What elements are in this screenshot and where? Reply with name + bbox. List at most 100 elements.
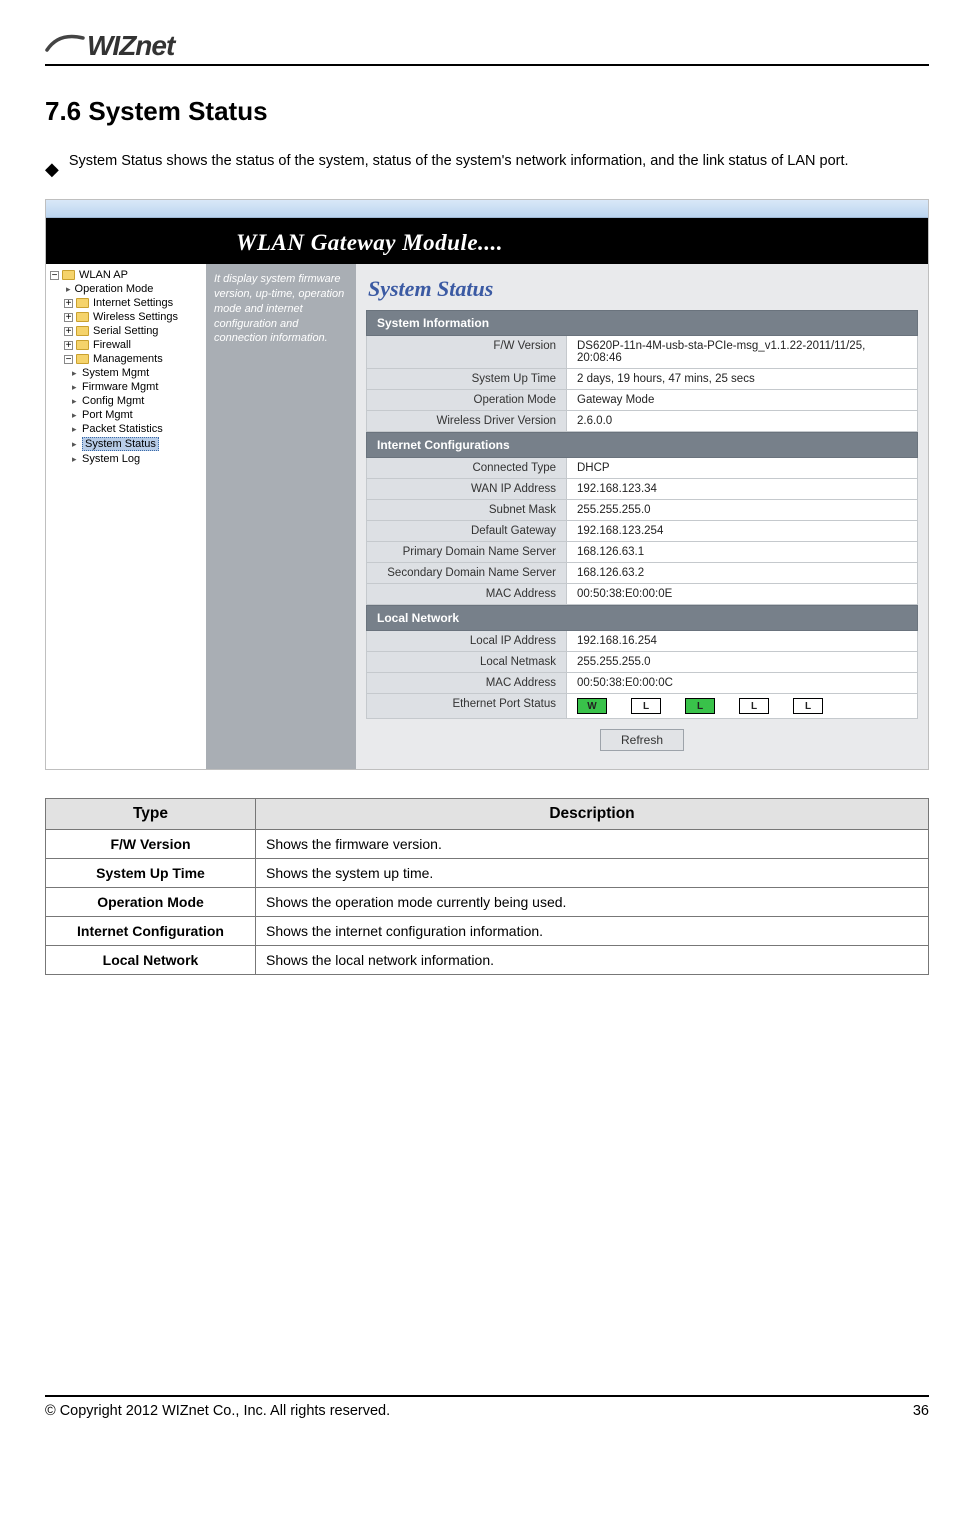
ethernet-port-icon: L [685, 698, 715, 714]
table-row: Default Gateway192.168.123.254 [366, 521, 918, 542]
window-titlebar [46, 200, 928, 218]
diamond-bullet-icon: ◆ [45, 151, 59, 187]
row-key: Secondary Domain Name Server [367, 563, 567, 583]
arrow-icon: ▸ [66, 284, 71, 295]
folder-icon [62, 270, 75, 280]
table-row: Internet ConfigurationShows the internet… [46, 917, 929, 946]
ethernet-port-icon: L [739, 698, 769, 714]
ethernet-port-icon: L [631, 698, 661, 714]
tree-label: Port Mgmt [82, 409, 133, 421]
table-row: Operation ModeGateway Mode [366, 390, 918, 411]
brand-logo: WIZnet [45, 30, 929, 62]
collapse-icon[interactable]: − [64, 355, 73, 364]
folder-icon [76, 340, 89, 350]
description-table: Type Description F/W VersionShows the fi… [45, 798, 929, 975]
app-banner: WLAN Gateway Module.... [46, 218, 928, 264]
tree-item[interactable]: ▸ Operation Mode [48, 282, 204, 296]
intro-bullet: ◆ System Status shows the status of the … [45, 147, 929, 187]
tree-child[interactable]: Packet Statistics [48, 422, 204, 436]
tree-label: Config Mgmt [82, 395, 144, 407]
table-row: Local Netmask255.255.255.0 [366, 652, 918, 673]
expand-icon[interactable]: + [64, 341, 73, 350]
tree-root[interactable]: − WLAN AP [48, 268, 204, 282]
table-row: System Up TimeShows the system up time. [46, 859, 929, 888]
expand-icon[interactable]: + [64, 299, 73, 308]
tree-child-selected[interactable]: System Status [48, 436, 204, 452]
sidebar-description: It display system firmware version, up-t… [206, 264, 356, 769]
tree-label: Firewall [93, 339, 131, 351]
folder-icon [76, 326, 89, 336]
ethernet-port-icon: W [577, 698, 607, 714]
row-value: 255.255.255.0 [567, 500, 917, 520]
table-row: Operation ModeShows the operation mode c… [46, 888, 929, 917]
port-status-cell: W L L L L [567, 694, 917, 718]
tree-item[interactable]: + Internet Settings [48, 296, 204, 310]
folder-icon [76, 354, 89, 364]
row-value: 2.6.0.0 [567, 411, 917, 431]
row-value: 168.126.63.1 [567, 542, 917, 562]
cell-desc: Shows the operation mode currently being… [256, 888, 929, 917]
expand-icon[interactable]: + [64, 313, 73, 322]
th-desc: Description [256, 799, 929, 830]
tree-label: System Mgmt [82, 367, 149, 379]
table-row: System Up Time2 days, 19 hours, 47 mins,… [366, 369, 918, 390]
tree-label: Managements [93, 353, 163, 365]
expand-icon[interactable]: + [64, 327, 73, 336]
refresh-button[interactable]: Refresh [600, 729, 684, 751]
table-row: WAN IP Address192.168.123.34 [366, 479, 918, 500]
embedded-screenshot: WLAN Gateway Module.... − WLAN AP ▸ Operat… [45, 199, 929, 770]
collapse-icon[interactable]: − [50, 271, 59, 280]
cell-desc: Shows the internet configuration informa… [256, 917, 929, 946]
tree-item[interactable]: − Managements [48, 352, 204, 366]
tree-label: Internet Settings [93, 297, 173, 309]
table-row: F/W VersionDS620P-11n-4M-usb-sta-PCIe-ms… [366, 336, 918, 369]
row-key: F/W Version [367, 336, 567, 368]
folder-icon [76, 312, 89, 322]
tree-child[interactable]: Config Mgmt [48, 394, 204, 408]
intro-text: System Status shows the status of the sy… [69, 147, 929, 176]
tree-label: Operation Mode [75, 283, 154, 295]
row-value: Gateway Mode [567, 390, 917, 410]
table-row: MAC Address00:50:38:E0:00:0E [366, 584, 918, 605]
local-header: Local Network [366, 605, 918, 631]
tree-item[interactable]: + Serial Setting [48, 324, 204, 338]
cell-desc: Shows the system up time. [256, 859, 929, 888]
cell-type: Local Network [46, 946, 256, 975]
cell-type: Operation Mode [46, 888, 256, 917]
netconf-header: Internet Configurations [366, 432, 918, 458]
page-footer: © Copyright 2012 WIZnet Co., Inc. All ri… [45, 1395, 929, 1419]
row-value: 192.168.16.254 [567, 631, 917, 651]
table-row: Local IP Address192.168.16.254 [366, 631, 918, 652]
tree-child[interactable]: Firmware Mgmt [48, 380, 204, 394]
row-value: DHCP [567, 458, 917, 478]
row-key: Connected Type [367, 458, 567, 478]
cell-type: System Up Time [46, 859, 256, 888]
tree-root-label: WLAN AP [79, 269, 128, 281]
row-key: MAC Address [367, 584, 567, 604]
row-value: DS620P-11n-4M-usb-sta-PCIe-msg_v1.1.22-2… [567, 336, 917, 368]
row-key: Operation Mode [367, 390, 567, 410]
tree-label: System Log [82, 453, 140, 465]
table-row: Ethernet Port Status W L L L L [366, 694, 918, 719]
tree-item[interactable]: +Wireless Settings [48, 310, 204, 324]
tree-child[interactable]: Port Mgmt [48, 408, 204, 422]
row-key: Local Netmask [367, 652, 567, 672]
tree-item[interactable]: + Firewall [48, 338, 204, 352]
table-row: Connected TypeDHCP [366, 458, 918, 479]
content-title: System Status [368, 276, 918, 302]
nav-tree: − WLAN AP ▸ Operation Mode + Internet Setti… [46, 264, 206, 769]
content-pane: System Status System Information F/W Ver… [356, 264, 928, 769]
row-key: Default Gateway [367, 521, 567, 541]
table-row: Local NetworkShows the local network inf… [46, 946, 929, 975]
tree-child[interactable]: System Log [48, 452, 204, 466]
sysinfo-header: System Information [366, 310, 918, 336]
row-value: 2 days, 19 hours, 47 mins, 25 secs [567, 369, 917, 389]
logo-text: WIZnet [87, 30, 174, 62]
table-row: Subnet Mask255.255.255.0 [366, 500, 918, 521]
tree-label: Serial Setting [93, 325, 158, 337]
row-value: 00:50:38:E0:00:0E [567, 584, 917, 604]
tree-child[interactable]: System Mgmt [48, 366, 204, 380]
th-type: Type [46, 799, 256, 830]
tree-label: Firmware Mgmt [82, 381, 158, 393]
cell-desc: Shows the local network information. [256, 946, 929, 975]
